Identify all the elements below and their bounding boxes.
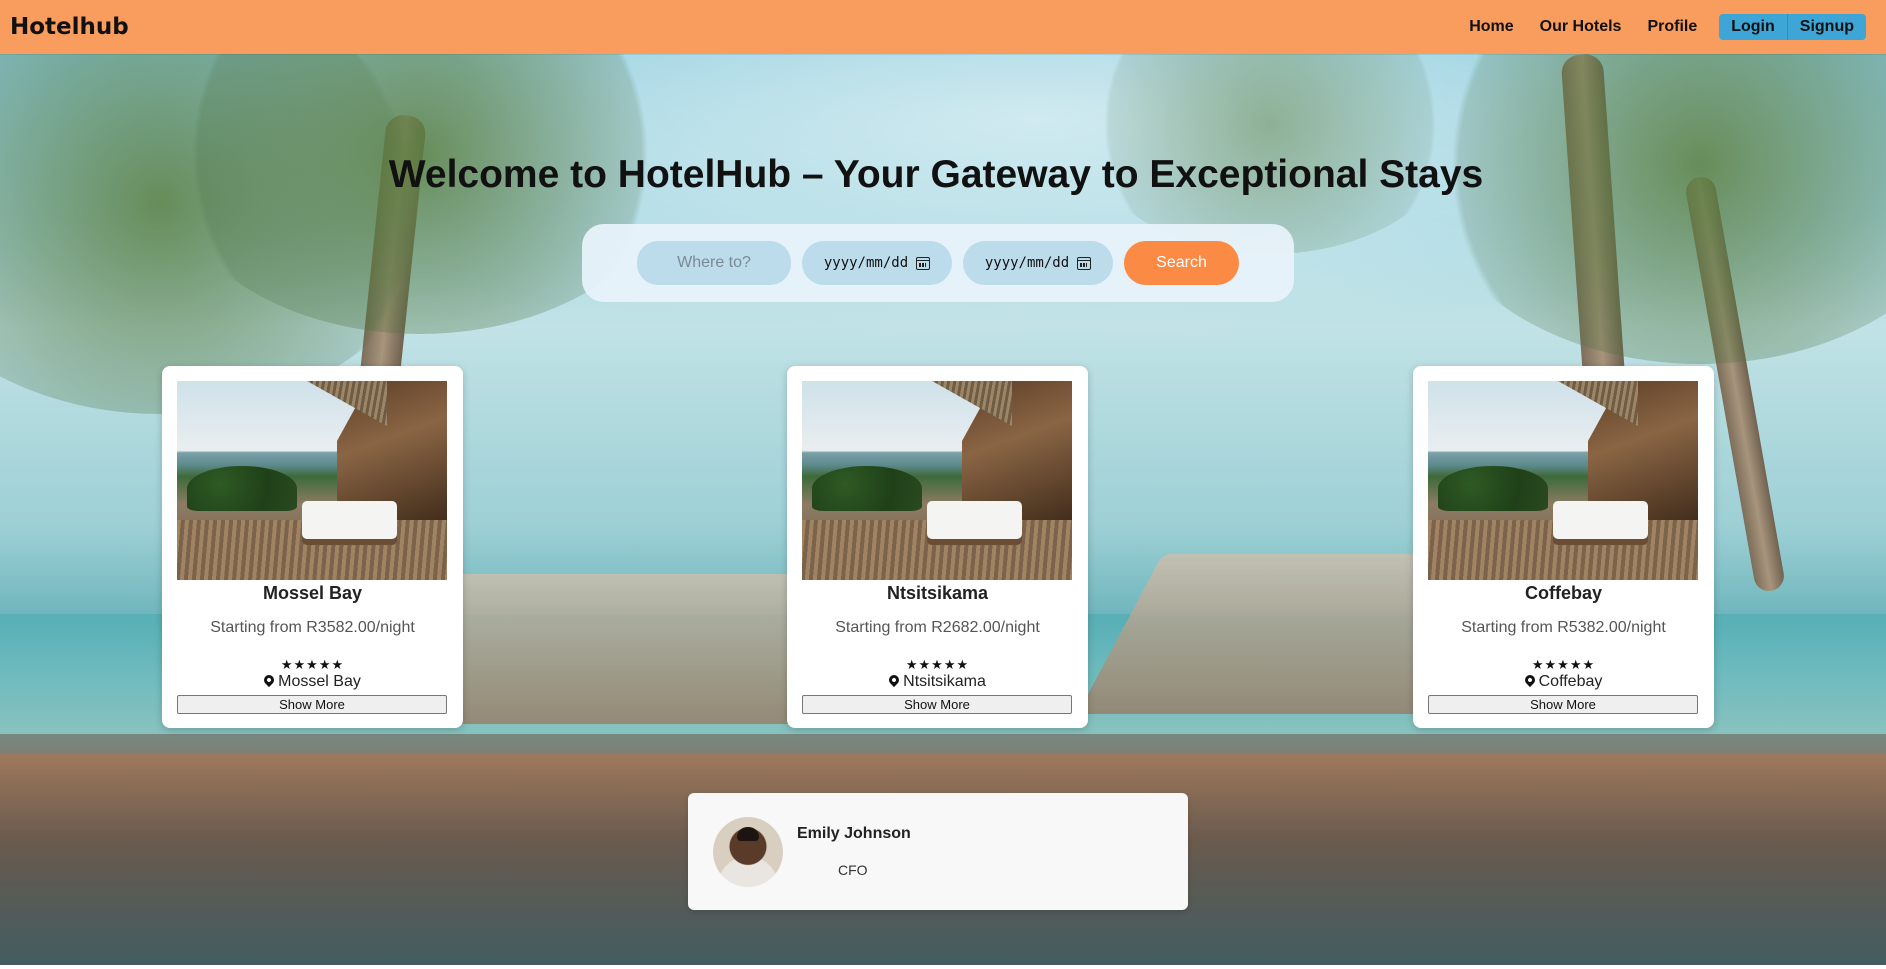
search-bar: yyyy/mm/dd yyyy/mm/dd Search xyxy=(582,224,1294,302)
checkout-date-placeholder: yyyy/mm/dd xyxy=(984,255,1070,271)
show-more-button[interactable]: Show More xyxy=(802,695,1072,714)
hero-title: Welcome to HotelHub – Your Gateway to Ex… xyxy=(388,153,1484,196)
hotel-card: Mossel Bay Starting from R3582.00/night … xyxy=(162,366,463,728)
hotel-rating-stars: ★★★★★ xyxy=(1531,657,1596,672)
location-pin-icon xyxy=(1522,672,1537,688)
nav-profile[interactable]: Profile xyxy=(1647,18,1697,36)
hotel-location-text: Coffebay xyxy=(1538,673,1603,690)
team-member-card: Emily Johnson CFO xyxy=(688,793,1188,910)
hotel-name: Mossel Bay xyxy=(262,583,363,603)
location-pin-icon xyxy=(887,672,902,688)
hotel-card: Coffebay Starting from R5382.00/night ★★… xyxy=(1413,366,1714,728)
brand-logo[interactable]: Hotelhub xyxy=(10,14,129,40)
hotel-price: Starting from R5382.00/night xyxy=(1461,619,1666,636)
show-more-button[interactable]: Show More xyxy=(177,695,447,714)
hotel-image xyxy=(802,381,1072,580)
checkout-date-field[interactable]: yyyy/mm/dd xyxy=(963,241,1113,285)
hotel-card: Ntsitsikama Starting from R2682.00/night… xyxy=(787,366,1088,728)
hotel-location: Ntsitsikama xyxy=(787,672,1088,691)
signup-button[interactable]: Signup xyxy=(1786,14,1866,40)
checkin-date-placeholder: yyyy/mm/dd xyxy=(823,255,909,271)
hotel-location-text: Ntsitsikama xyxy=(903,673,986,690)
login-button[interactable]: Login xyxy=(1719,14,1787,40)
auth-buttons: Login Signup xyxy=(1719,14,1866,40)
hotel-location-text: Mossel Bay xyxy=(278,673,361,690)
show-more-button[interactable]: Show More xyxy=(1428,695,1698,714)
hotel-image xyxy=(177,381,447,580)
avatar xyxy=(713,817,783,887)
hotel-location: Coffebay xyxy=(1413,672,1714,691)
hotel-price: Starting from R2682.00/night xyxy=(835,619,1040,636)
nav-home[interactable]: Home xyxy=(1469,18,1513,36)
nav-our-hotels[interactable]: Our Hotels xyxy=(1540,18,1622,36)
checkin-date-field[interactable]: yyyy/mm/dd xyxy=(802,241,952,285)
hotel-price: Starting from R3582.00/night xyxy=(210,619,415,636)
calendar-icon[interactable] xyxy=(916,256,931,270)
location-pin-icon xyxy=(262,672,277,688)
hotel-name: Coffebay xyxy=(1524,583,1602,603)
destination-input[interactable] xyxy=(637,241,791,285)
team-member-role: CFO xyxy=(838,862,868,878)
calendar-icon[interactable] xyxy=(1077,256,1092,270)
nav-links: Home Our Hotels Profile Login Signup xyxy=(1443,14,1866,40)
hotel-image xyxy=(1428,381,1698,580)
navbar: Hotelhub Home Our Hotels Profile Login S… xyxy=(0,0,1886,54)
hotel-rating-stars: ★★★★★ xyxy=(280,657,345,672)
team-member-name: Emily Johnson xyxy=(797,825,911,842)
hotel-location: Mossel Bay xyxy=(162,672,463,691)
hotel-rating-stars: ★★★★★ xyxy=(905,657,970,672)
hotel-name: Ntsitsikama xyxy=(886,583,989,603)
search-button[interactable]: Search xyxy=(1124,241,1239,285)
